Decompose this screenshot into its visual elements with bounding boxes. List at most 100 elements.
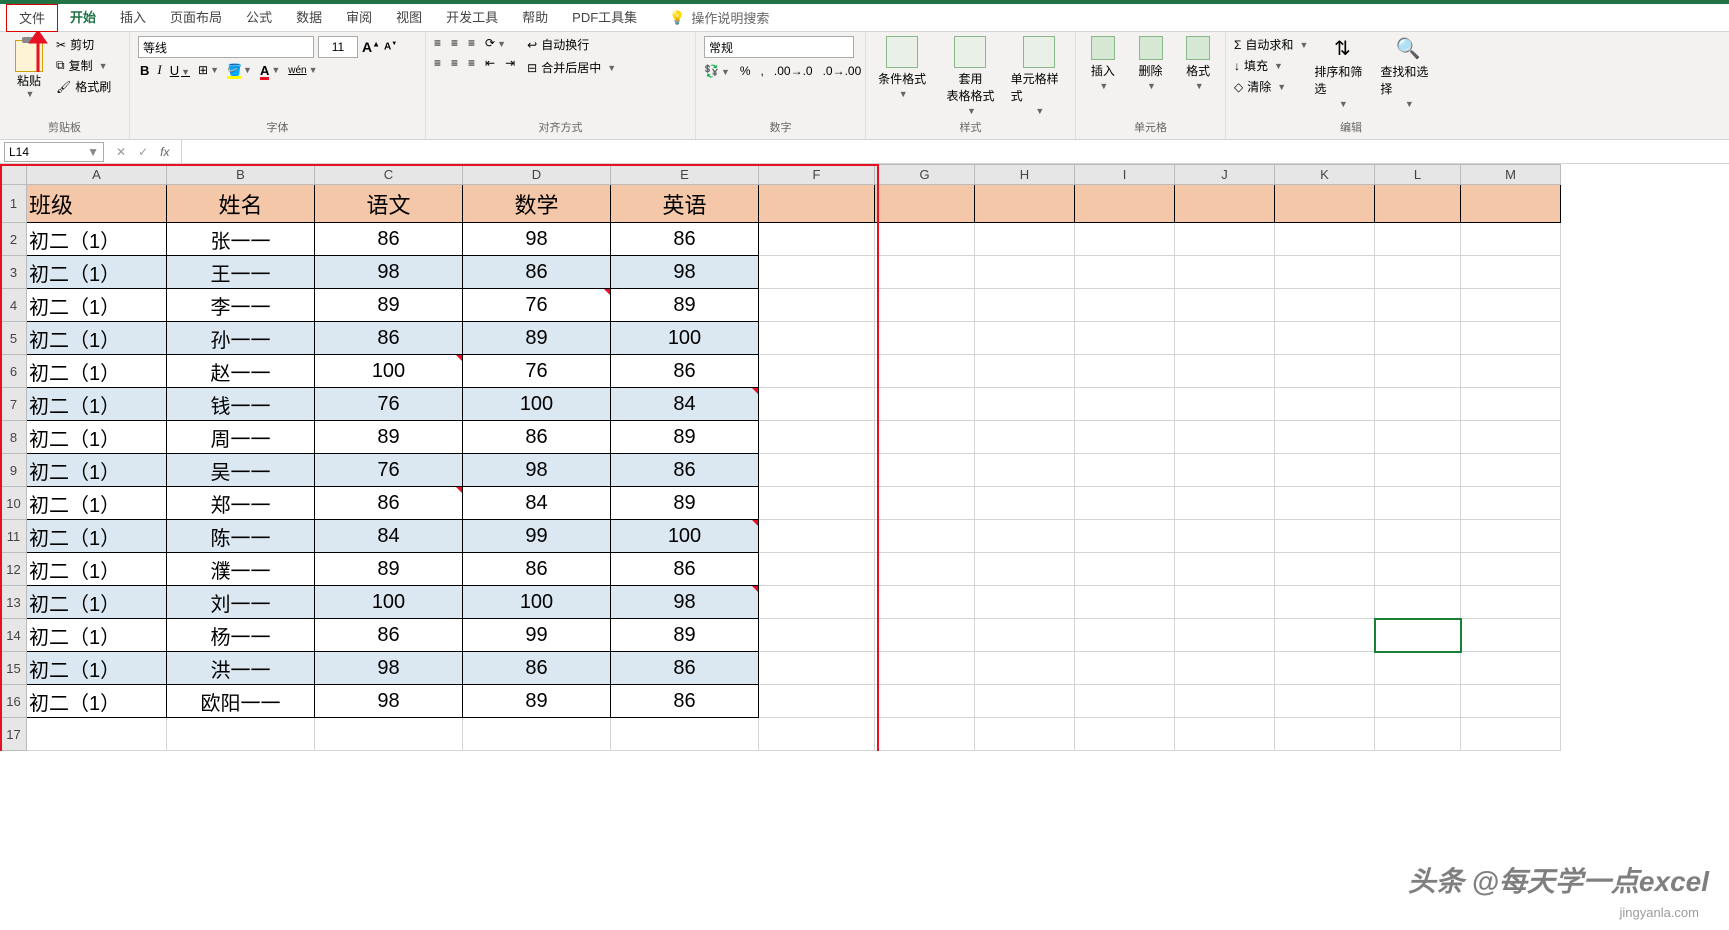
cell-J6[interactable]	[1175, 355, 1275, 388]
cell-M5[interactable]	[1461, 322, 1561, 355]
cell-H4[interactable]	[975, 289, 1075, 322]
cell-F9[interactable]	[759, 454, 875, 487]
cell-A16[interactable]: 初二（1）	[27, 685, 167, 718]
cell-C1[interactable]: 语文	[315, 185, 463, 223]
format-cells-button[interactable]: 格式▼	[1179, 36, 1217, 91]
cell-H5[interactable]	[975, 322, 1075, 355]
cell-L2[interactable]	[1375, 223, 1461, 256]
cell-K1[interactable]	[1275, 185, 1375, 223]
format-as-table-button[interactable]: 套用 表格格式▼	[942, 36, 998, 116]
cell-L17[interactable]	[1375, 718, 1461, 751]
cell-E1[interactable]: 英语	[611, 185, 759, 223]
cell-I10[interactable]	[1075, 487, 1175, 520]
cell-K4[interactable]	[1275, 289, 1375, 322]
column-header-M[interactable]: M	[1461, 165, 1561, 185]
cell-F10[interactable]	[759, 487, 875, 520]
row-header-2[interactable]: 2	[1, 223, 27, 256]
cell-A13[interactable]: 初二（1）	[27, 586, 167, 619]
cell-C8[interactable]: 89	[315, 421, 463, 454]
row-header-15[interactable]: 15	[1, 652, 27, 685]
tab-home[interactable]: 开始	[58, 4, 108, 32]
cell-I2[interactable]	[1075, 223, 1175, 256]
cell-A11[interactable]: 初二（1）	[27, 520, 167, 553]
cell-B2[interactable]: 张一一	[167, 223, 315, 256]
cell-L5[interactable]	[1375, 322, 1461, 355]
cell-E13[interactable]: 98	[611, 586, 759, 619]
cell-K2[interactable]	[1275, 223, 1375, 256]
cell-F11[interactable]	[759, 520, 875, 553]
cell-F16[interactable]	[759, 685, 875, 718]
cell-H15[interactable]	[975, 652, 1075, 685]
cell-F14[interactable]	[759, 619, 875, 652]
sort-filter-button[interactable]: ⇅排序和筛选▼	[1314, 36, 1370, 109]
cell-J10[interactable]	[1175, 487, 1275, 520]
cell-G2[interactable]	[875, 223, 975, 256]
cell-C17[interactable]	[315, 718, 463, 751]
cell-D15[interactable]: 86	[463, 652, 611, 685]
cell-A8[interactable]: 初二（1）	[27, 421, 167, 454]
cell-B15[interactable]: 洪一一	[167, 652, 315, 685]
cell-L14[interactable]	[1375, 619, 1461, 652]
cell-A6[interactable]: 初二（1）	[27, 355, 167, 388]
cell-L10[interactable]	[1375, 487, 1461, 520]
cell-E11[interactable]: 100	[611, 520, 759, 553]
increase-decimal-icon[interactable]: .00→.0	[774, 64, 813, 78]
column-header-H[interactable]: H	[975, 165, 1075, 185]
cell-I12[interactable]	[1075, 553, 1175, 586]
spreadsheet-grid[interactable]: ABCDEFGHIJKLM 1班级姓名语文数学英语2初二（1）张一一869886…	[0, 164, 1561, 751]
cell-I3[interactable]	[1075, 256, 1175, 289]
column-header-G[interactable]: G	[875, 165, 975, 185]
cell-M16[interactable]	[1461, 685, 1561, 718]
cell-B17[interactable]	[167, 718, 315, 751]
increase-indent-icon[interactable]: ⇥	[505, 56, 515, 70]
cell-F2[interactable]	[759, 223, 875, 256]
cell-L16[interactable]	[1375, 685, 1461, 718]
formula-input[interactable]	[182, 142, 1729, 162]
cell-D14[interactable]: 99	[463, 619, 611, 652]
tab-page-layout[interactable]: 页面布局	[158, 4, 234, 32]
cell-H9[interactable]	[975, 454, 1075, 487]
cell-K12[interactable]	[1275, 553, 1375, 586]
column-header-F[interactable]: F	[759, 165, 875, 185]
cell-G1[interactable]	[875, 185, 975, 223]
cell-J1[interactable]	[1175, 185, 1275, 223]
cell-C15[interactable]: 98	[315, 652, 463, 685]
cell-L4[interactable]	[1375, 289, 1461, 322]
cell-L3[interactable]	[1375, 256, 1461, 289]
align-center-icon[interactable]: ≡	[451, 56, 458, 70]
cell-A1[interactable]: 班级	[27, 185, 167, 223]
delete-cells-button[interactable]: 删除▼	[1132, 36, 1170, 91]
cell-K6[interactable]	[1275, 355, 1375, 388]
cell-E17[interactable]	[611, 718, 759, 751]
orientation-icon[interactable]: ⟳▼	[485, 36, 506, 50]
cell-C6[interactable]: 100	[315, 355, 463, 388]
cell-K13[interactable]	[1275, 586, 1375, 619]
cell-E16[interactable]: 86	[611, 685, 759, 718]
cell-C10[interactable]: 86	[315, 487, 463, 520]
cell-J2[interactable]	[1175, 223, 1275, 256]
cell-E15[interactable]: 86	[611, 652, 759, 685]
autosum-button[interactable]: Σ自动求和▼	[1234, 36, 1308, 53]
cell-F7[interactable]	[759, 388, 875, 421]
find-select-button[interactable]: 🔍查找和选择▼	[1380, 36, 1436, 109]
cell-H11[interactable]	[975, 520, 1075, 553]
row-header-4[interactable]: 4	[1, 289, 27, 322]
wrap-text-button[interactable]: ↩自动换行	[527, 36, 616, 53]
cell-B12[interactable]: 濮一一	[167, 553, 315, 586]
cell-F17[interactable]	[759, 718, 875, 751]
cell-A10[interactable]: 初二（1）	[27, 487, 167, 520]
cell-H1[interactable]	[975, 185, 1075, 223]
tab-formulas[interactable]: 公式	[234, 4, 284, 32]
cell-K11[interactable]	[1275, 520, 1375, 553]
cell-D6[interactable]: 76	[463, 355, 611, 388]
cell-F4[interactable]	[759, 289, 875, 322]
copy-button[interactable]: ⧉复制▼	[56, 57, 111, 74]
name-box[interactable]: L14▼	[4, 142, 104, 162]
cell-D16[interactable]: 89	[463, 685, 611, 718]
cell-B16[interactable]: 欧阳一一	[167, 685, 315, 718]
cell-A7[interactable]: 初二（1）	[27, 388, 167, 421]
cell-F12[interactable]	[759, 553, 875, 586]
cell-D17[interactable]	[463, 718, 611, 751]
align-top-icon[interactable]: ≡	[434, 36, 441, 50]
tab-pdf[interactable]: PDF工具集	[560, 4, 649, 32]
